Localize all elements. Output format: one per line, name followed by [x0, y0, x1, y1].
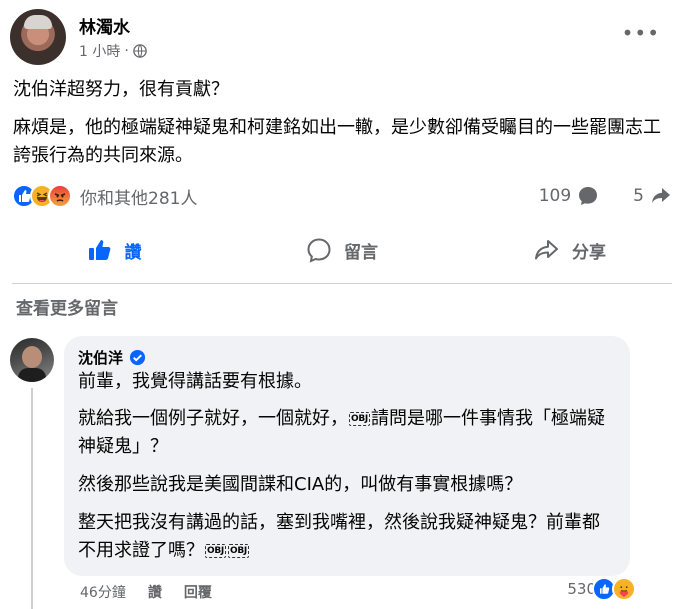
engagement-counts: 109 5: [539, 183, 672, 209]
comment-paragraph: 整天把我沒有講過的話，塞到我嘴裡，然後說我疑神疑鬼？前輩都不用求證了嗎？ OBJ O…: [78, 509, 616, 565]
emoji-placeholder: OBJ: [227, 544, 249, 558]
comment-button[interactable]: 留言: [228, 224, 456, 276]
section-divider: [12, 283, 672, 284]
comment-text-segment: 整天把我沒有講過的話，塞到我嘴裡，然後說我疑神疑鬼？前輩都不用求證了嗎？: [78, 512, 600, 561]
comment-paragraph: 前輩，我覺得講話要有根據。: [78, 371, 312, 392]
share-label: 分享: [572, 242, 606, 263]
comment-reply-button[interactable]: 回覆: [184, 582, 212, 602]
like-button[interactable]: 讚: [0, 224, 228, 276]
comment-text-segment: 就給我一個例子就好，一個就好，: [78, 408, 348, 429]
emoji-placeholder: OBJ: [349, 412, 370, 426]
post-paragraph: 麻煩是，他的極端疑神疑鬼和柯建銘如出一轍，是少數卻備受矚目的一些罷團志工誇張行為…: [13, 117, 661, 166]
meta-separator: ·: [124, 43, 129, 59]
care-icon: [612, 577, 636, 601]
comment-label: 留言: [344, 242, 378, 263]
thumbs-up-icon: [88, 240, 110, 260]
commenter-name-row: 沈伯洋: [78, 346, 616, 368]
like-label: 讚: [124, 242, 142, 263]
comment-paragraph: 然後那些說我是美國間諜和CIA的，叫做有事實根據嗎？: [78, 474, 523, 495]
globe-icon: [133, 44, 147, 58]
author-avatar[interactable]: [10, 9, 66, 65]
share-arrow-icon: [652, 188, 670, 203]
post-author-name[interactable]: 林濁水: [79, 13, 130, 38]
comment-icon: [307, 238, 331, 263]
emoji-placeholder: OBJ: [205, 544, 226, 558]
post-action-bar: 讚 留言 分享: [0, 224, 684, 276]
commenter-name[interactable]: 沈伯洋: [78, 347, 123, 368]
share-button[interactable]: 分享: [456, 224, 684, 276]
comment-text: 前輩，我覺得講話要有根據。 就給我一個例子就好，一個就好， OBJ 請問是哪一件事情…: [78, 368, 616, 565]
thread-line: [31, 388, 33, 609]
reaction-summary-text[interactable]: 你和其他281人: [80, 184, 197, 209]
post-time[interactable]: 1 小時: [79, 41, 120, 61]
post-paragraph: 沈伯洋超努力，很有貢獻？: [13, 79, 229, 100]
reaction-summary[interactable]: 你和其他281人: [12, 183, 197, 209]
comment-bubble-icon: [579, 187, 598, 205]
share-count[interactable]: 5: [633, 186, 644, 206]
comment-bubble: 沈伯洋 前輩，我覺得講話要有根據。 就給我一個例子就好，一個就好， OBJ 請問是哪…: [64, 336, 630, 576]
commenter-avatar[interactable]: [10, 338, 54, 382]
share-icon: [535, 240, 558, 260]
post-header: 林濁水 1 小時 · •••: [10, 9, 674, 65]
comment-reactions[interactable]: 530: [567, 577, 636, 601]
angry-icon: [48, 184, 72, 208]
comment-like-button[interactable]: 讚: [148, 582, 162, 602]
more-options-icon[interactable]: •••: [622, 23, 660, 43]
post-text: 沈伯洋超努力，很有貢獻？ 麻煩是，他的極端疑神疑鬼和柯建銘如出一轍，是少數卻備受…: [13, 76, 663, 180]
comment-paragraph: 就給我一個例子就好，一個就好， OBJ 請問是哪一件事情我「極端疑神疑鬼」？: [78, 405, 616, 461]
verified-badge-icon: [129, 349, 146, 365]
comment-count[interactable]: 109: [539, 186, 571, 206]
comment-time[interactable]: 46分鐘: [80, 582, 126, 602]
comment-footer: 46分鐘 讚 回覆: [80, 582, 212, 602]
post-meta: 1 小時 ·: [79, 41, 147, 61]
view-more-comments-link[interactable]: 查看更多留言: [16, 294, 118, 319]
